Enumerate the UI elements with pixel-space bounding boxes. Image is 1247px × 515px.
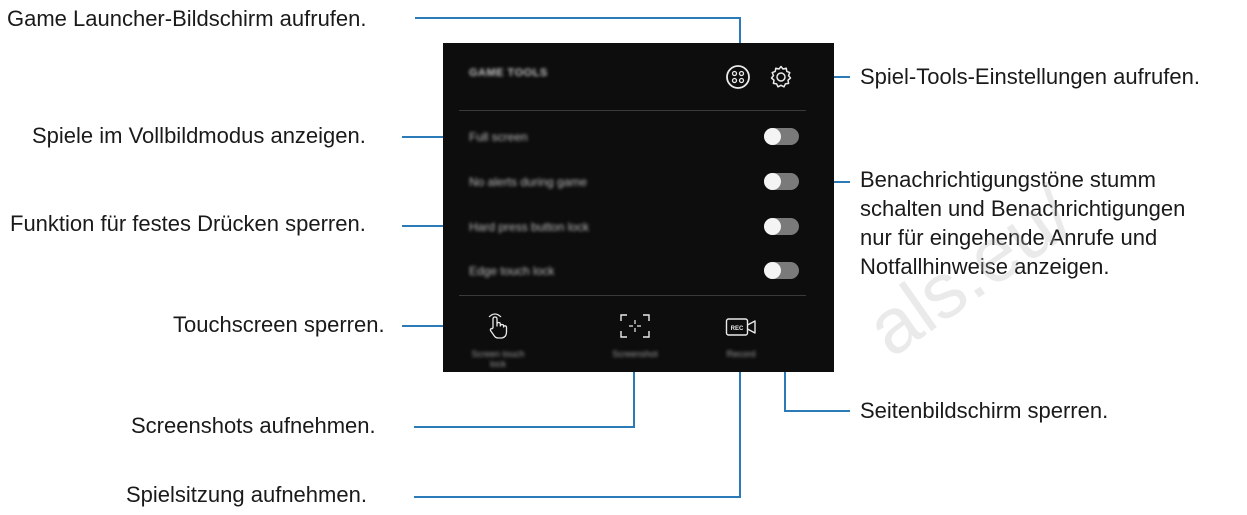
svg-text:REC: REC: [731, 326, 744, 332]
toggle-label-hard-press: Hard press button lock: [469, 220, 590, 234]
toggle-knob: [764, 173, 781, 190]
toggle-knob: [764, 218, 781, 235]
label-touch-lock: Screen touch lock: [471, 349, 525, 369]
leader-screenshots-h: [414, 426, 635, 428]
leader-screenshots-v: [633, 363, 635, 428]
touch-lock-icon[interactable]: [483, 311, 513, 341]
toggle-knob: [764, 262, 781, 279]
record-icon[interactable]: REC: [725, 316, 757, 338]
toggle-hard-press[interactable]: [764, 218, 799, 235]
label-record: Record: [726, 349, 756, 359]
callout-record: Spielsitzung aufnehmen.: [126, 482, 367, 507]
callout-settings: Spiel-Tools-Einstellungen aufrufen.: [860, 64, 1200, 89]
toggle-label-edge-lock: Edge touch lock: [469, 264, 555, 278]
panel-title: GAME TOOLS: [469, 67, 548, 79]
callout-game-launcher: Game Launcher-Bildschirm aufrufen.: [7, 6, 367, 31]
callout-screenshots: Screenshots aufnehmen.: [131, 413, 376, 438]
screenshot-icon[interactable]: [619, 313, 651, 339]
toggle-full-screen[interactable]: [764, 128, 799, 145]
label-screenshot: Screenshot: [612, 349, 658, 359]
leader-game-launcher-h: [415, 17, 741, 19]
leader-edge-lock-h: [784, 410, 850, 412]
toggle-label-no-alerts: No alerts during game: [469, 175, 588, 189]
game-tools-panel: GAME TOOLS Full screen No alerts during …: [443, 43, 834, 372]
game-launcher-icon[interactable]: [725, 64, 751, 90]
toggle-no-alerts[interactable]: [764, 173, 799, 190]
toggle-edge-lock[interactable]: [764, 262, 799, 279]
toggle-knob: [764, 128, 781, 145]
toggle-label-full-screen: Full screen: [469, 130, 528, 144]
divider-top: [459, 110, 806, 111]
callout-full-screen: Spiele im Vollbildmodus anzeigen.: [32, 123, 366, 148]
leader-record-h: [414, 496, 741, 498]
callout-touchscreen: Touchscreen sperren.: [173, 312, 385, 337]
divider-bottom: [459, 295, 806, 296]
callout-edge-lock: Seitenbildschirm sperren.: [860, 398, 1109, 423]
gear-icon[interactable]: [768, 64, 794, 90]
leader-record-v: [739, 363, 741, 498]
callout-hard-press: Funktion für festes Drücken sperren.: [10, 211, 366, 236]
